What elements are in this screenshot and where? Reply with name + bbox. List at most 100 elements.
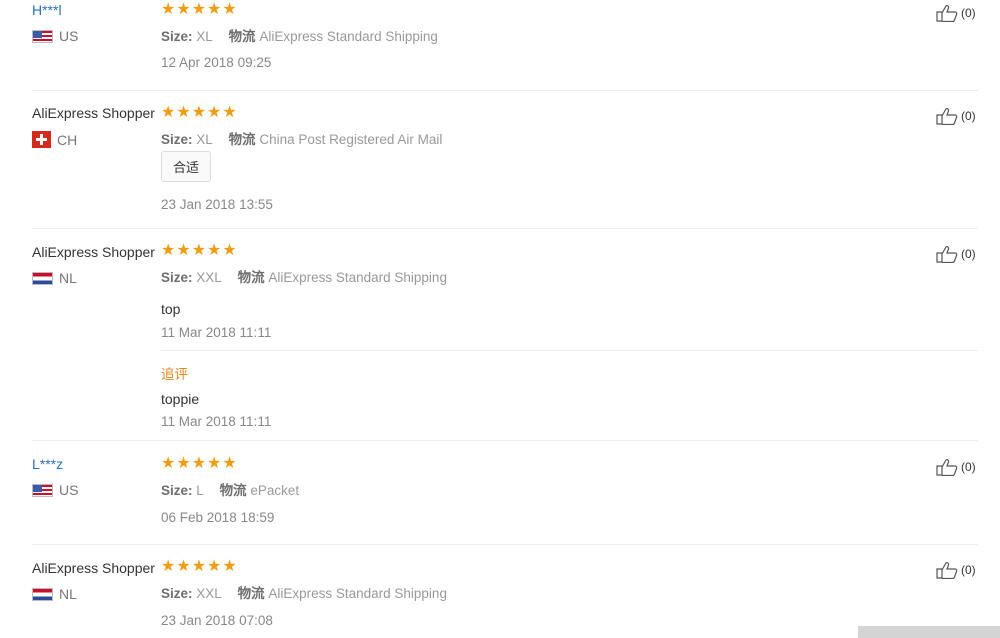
country-code: US — [59, 28, 79, 44]
star-icon: ★ — [176, 455, 191, 472]
followup-date: 11 Mar 2018 11:11 — [161, 414, 272, 429]
review-date: 06 Feb 2018 18:59 — [161, 510, 275, 525]
star-icon: ★ — [222, 242, 237, 259]
size-label: Size: — [161, 29, 193, 44]
star-icon: ★ — [161, 1, 176, 18]
star-rating: ★ ★ ★ ★ ★ — [161, 456, 237, 472]
horizontal-scrollbar-thumb[interactable] — [858, 626, 1000, 638]
star-icon: ★ — [207, 558, 222, 575]
shipping-label: 物流 — [219, 483, 247, 498]
star-icon: ★ — [191, 242, 207, 259]
star-icon: ★ — [161, 104, 176, 121]
star-icon: ★ — [191, 104, 207, 121]
thumbs-up-icon — [936, 5, 958, 22]
helpful-button[interactable]: (0) — [936, 107, 976, 125]
size-label: Size: — [161, 270, 193, 285]
size-label: Size: — [161, 586, 193, 601]
helpful-count: (0) — [961, 6, 976, 20]
order-info: Size: XL 物流 China Post Registered Air Ma… — [161, 128, 454, 148]
star-icon: ★ — [191, 558, 207, 575]
divider — [32, 90, 978, 91]
size-label: Size: — [161, 132, 193, 147]
thumbs-up-icon — [936, 246, 958, 263]
order-info: Size: XL 物流 AliExpress Standard Shipping — [161, 25, 450, 45]
order-info: Size: L 物流 ePacket — [161, 479, 311, 499]
order-info: Size: XXL 物流 AliExpress Standard Shippin… — [161, 266, 459, 286]
review-date: 23 Jan 2018 13:55 — [161, 197, 273, 212]
star-icon: ★ — [176, 242, 191, 259]
size-value: XXL — [196, 586, 222, 601]
review-date: 12 Apr 2018 09:25 — [161, 55, 272, 70]
reviewer-country: NL — [32, 270, 77, 286]
us-flag-icon — [32, 29, 53, 43]
shipping-value: China Post Registered Air Mail — [259, 132, 443, 147]
reviewer-country: NL — [32, 586, 77, 602]
divider — [32, 228, 978, 229]
shipping-label: 物流 — [237, 270, 265, 285]
shipping-value: ePacket — [250, 483, 300, 498]
reviewer-name: AliExpress Shopper — [32, 244, 155, 260]
star-icon: ★ — [207, 242, 222, 259]
followup-label: 追评 — [161, 367, 188, 382]
nl-flag-icon — [32, 271, 53, 285]
helpful-button[interactable]: (0) — [936, 458, 976, 476]
country-code: US — [59, 482, 79, 498]
thumbs-up-icon — [936, 562, 958, 579]
nl-flag-icon — [32, 587, 53, 601]
shipping-value: AliExpress Standard Shipping — [268, 586, 447, 601]
review-tag: 合适 — [161, 151, 212, 182]
size-value: XXL — [196, 270, 222, 285]
shipping-label: 物流 — [237, 586, 265, 601]
size-value: XL — [196, 29, 213, 44]
size-label: Size: — [161, 483, 193, 498]
thumbs-up-icon — [936, 108, 958, 125]
star-icon: ★ — [176, 1, 191, 18]
helpful-count: (0) — [961, 247, 976, 261]
star-rating: ★ ★ ★ ★ ★ — [161, 243, 237, 259]
reviewer-country: CH — [32, 131, 77, 148]
reviewer-country: US — [32, 28, 78, 44]
star-rating: ★ ★ ★ ★ ★ — [161, 2, 237, 18]
reviewer-name: AliExpress Shopper — [32, 560, 155, 576]
reviewer-country: US — [32, 482, 78, 498]
helpful-count: (0) — [961, 109, 976, 123]
star-icon: ★ — [222, 455, 237, 472]
star-icon: ★ — [161, 455, 176, 472]
shipping-value: AliExpress Standard Shipping — [268, 270, 447, 285]
helpful-count: (0) — [961, 460, 976, 474]
star-icon: ★ — [176, 104, 191, 121]
star-rating: ★ ★ ★ ★ ★ — [161, 559, 237, 575]
thumbs-up-icon — [936, 459, 958, 476]
shipping-label: 物流 — [228, 132, 256, 147]
star-icon: ★ — [207, 104, 222, 121]
order-info: Size: XXL 物流 AliExpress Standard Shippin… — [161, 582, 459, 602]
helpful-count: (0) — [961, 563, 976, 577]
ch-flag-icon — [32, 131, 51, 148]
helpful-button[interactable]: (0) — [936, 561, 976, 579]
star-icon: ★ — [176, 558, 191, 575]
star-icon: ★ — [222, 104, 237, 121]
star-icon: ★ — [207, 1, 222, 18]
us-flag-icon — [32, 483, 53, 497]
star-rating: ★ ★ ★ ★ ★ — [161, 105, 237, 121]
star-icon: ★ — [207, 455, 222, 472]
review-date: 23 Jan 2018 07:08 — [161, 613, 273, 628]
country-code: NL — [59, 586, 77, 602]
reviewer-name: AliExpress Shopper — [32, 105, 155, 121]
helpful-button[interactable]: (0) — [936, 4, 976, 22]
divider — [32, 544, 978, 545]
shipping-label: 物流 — [228, 29, 256, 44]
helpful-button[interactable]: (0) — [936, 245, 976, 263]
followup-divider — [161, 350, 978, 351]
star-icon: ★ — [222, 558, 237, 575]
star-icon: ★ — [161, 242, 176, 259]
size-value: L — [196, 483, 204, 498]
size-value: XL — [196, 132, 213, 147]
reviewer-name[interactable]: L***z — [32, 456, 63, 472]
review-text: top — [161, 301, 181, 317]
star-icon: ★ — [222, 1, 237, 18]
star-icon: ★ — [161, 558, 176, 575]
shipping-value: AliExpress Standard Shipping — [259, 29, 438, 44]
reviewer-name[interactable]: H***l — [32, 2, 62, 18]
divider — [32, 440, 978, 441]
